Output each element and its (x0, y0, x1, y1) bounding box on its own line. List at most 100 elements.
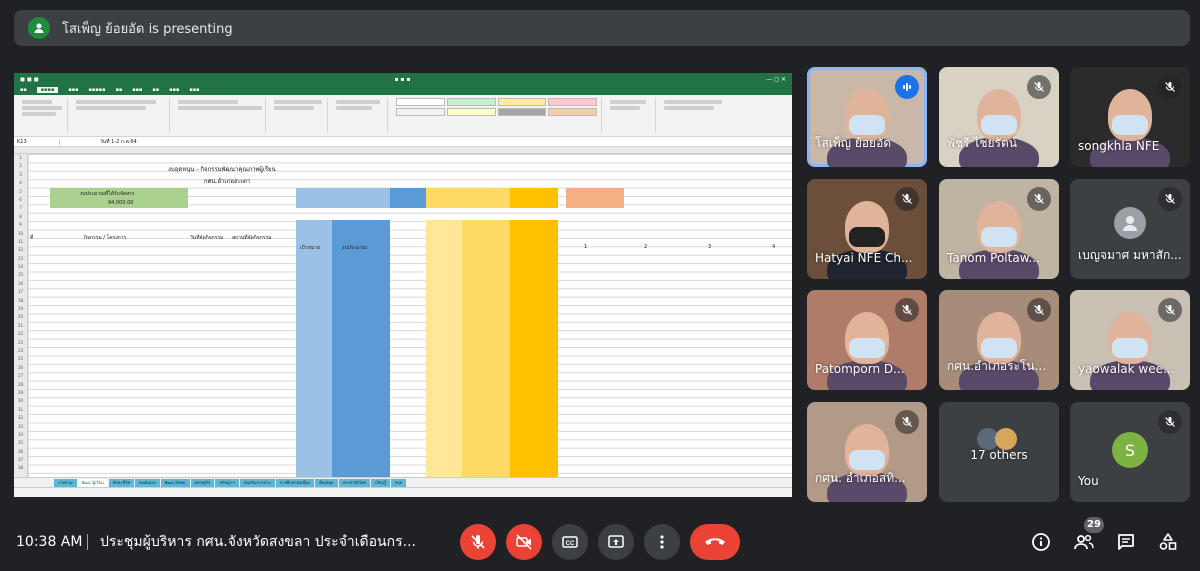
sheet-title: งบอุดหนุน - กิจกรรมพัฒนาคุณภาพผู้เรียน (168, 166, 276, 173)
user-initial-avatar: S (1112, 432, 1148, 468)
present-screen-icon (608, 535, 624, 548)
others-avatars (977, 428, 1023, 450)
sheet-tab[interactable]: ประชาธิปไตย (338, 478, 371, 487)
chat-icon (1118, 534, 1134, 550)
shared-screen: ◼ ◼ ◼ ▪ ▪ ▪ — ◻ ✕ ▪▪ ▪▪▪▪ ▪▪▪ ▪▪▪▪▪ ▪▪ ▪▪▪ ▪▪ ▪▪▪… (14, 73, 792, 497)
col-number-2: 2 (644, 244, 648, 250)
sheet-tab[interactable]: ส่งเสริมการอ่าน (239, 478, 275, 487)
hang-up-icon (705, 538, 725, 545)
captions-button[interactable]: CC (552, 524, 588, 560)
participant-tile[interactable]: กศน. อำเภอสทิ... (807, 402, 927, 502)
yellow-target-column (426, 220, 462, 478)
sheet-tab[interactable]: คนตันเอง (135, 478, 160, 487)
row-number: 37 (17, 457, 24, 463)
row-number: 2 (19, 163, 22, 169)
sheet-tab[interactable]: ทักษะชีวิต (108, 478, 135, 487)
participant-name: yaowalak wee... (1078, 362, 1175, 376)
participant-tile[interactable]: yaowalak wee... (1070, 290, 1190, 390)
participant-name: กศน. อำเภอสทิ... (815, 471, 906, 485)
formula-bar[interactable]: K13 วันที่ 1-2 ก.ค.64 (14, 137, 792, 147)
more-vert-icon (660, 535, 664, 549)
face-mask (981, 227, 1017, 247)
participant-tile[interactable]: พัชรี ไชยรัตน์ (939, 67, 1059, 167)
row-number: 4 (19, 180, 22, 186)
col-number-1: 1 (584, 244, 588, 250)
header-location: สถานที่จัดกิจกรรม (232, 235, 272, 241)
row-number: 3 (19, 171, 22, 177)
participant-name: Tanom Poltaw... (947, 251, 1040, 265)
sheet-tab[interactable]: ภาพรวม (54, 478, 77, 487)
participant-name: Patomporn D... (815, 362, 905, 376)
blue-summary-block (296, 188, 390, 208)
row-number: 11 (17, 238, 24, 244)
blue-summary-block-2 (390, 188, 426, 208)
speaking-indicator-icon (895, 75, 919, 99)
name-box[interactable]: K13 (14, 138, 60, 145)
sheet-tab[interactable]: สรุป (391, 478, 407, 487)
row-number: 14 (17, 264, 24, 270)
target-column (296, 220, 332, 478)
chat-button[interactable] (1113, 529, 1139, 555)
face-mask (981, 115, 1017, 135)
participant-tile[interactable]: Patomporn D... (807, 290, 927, 390)
participant-name: You (1078, 474, 1099, 488)
participant-tile[interactable]: โสเพ็ญ ย้อยอัด (807, 67, 927, 167)
participant-name: กศน.อำเภอระโน... (947, 359, 1047, 373)
mic-off-icon (471, 535, 485, 549)
participant-tile[interactable]: S You (1070, 402, 1190, 502)
sheet-tab[interactable]: พัฒนาผู้เรียน (77, 478, 108, 487)
row-number: 6 (19, 196, 22, 202)
camera-off-button[interactable] (506, 524, 542, 560)
row-number: 32 (17, 415, 24, 421)
meeting-details-button[interactable] (1028, 529, 1054, 555)
participant-count-badge: 29 (1084, 517, 1104, 533)
sheet-tab[interactable]: การศึกษาต่อเนื่อง (275, 478, 314, 487)
sheet-tab[interactable]: เรียนรู้ (371, 478, 390, 487)
row-number: 19 (17, 306, 24, 312)
spreadsheet-grid[interactable]: 1 2 3 4 5 6 7 8 9 10 11 12 13 14 15 16 17 18 19 20 21 22 23 24 2… (14, 154, 792, 478)
row-number: 10 (17, 230, 24, 236)
info-icon (1032, 533, 1050, 551)
leave-call-button[interactable] (690, 524, 740, 560)
participant-tile[interactable]: 17 others (939, 402, 1059, 502)
row-number: 17 (17, 289, 24, 295)
mic-muted-icon (1027, 187, 1051, 211)
row-number: 1 (19, 155, 22, 160)
participant-name: songkhla NFE (1078, 139, 1160, 153)
row-number: 20 (17, 314, 24, 320)
row-number: 23 (17, 339, 24, 345)
row-number: 7 (19, 205, 22, 211)
avatar-icon (1114, 207, 1146, 239)
more-options-button[interactable] (644, 524, 680, 560)
row-number: 33 (17, 423, 24, 429)
participant-tile[interactable]: กศน.อำเภอระโน... (939, 290, 1059, 390)
face-mask (981, 338, 1017, 358)
present-now-button[interactable] (598, 524, 634, 560)
sheet-tabs[interactable]: ภาพรวม พัฒนาผู้เรียน ทักษะชีวิต คนตันเอง พัฒ… (14, 477, 792, 487)
presenting-banner: โสเพ็ญ ย้อยอัด is presenting (14, 10, 1190, 46)
sheet-tab[interactable]: เศรษฐกิจ (190, 478, 215, 487)
mic-off-button[interactable] (460, 524, 496, 560)
sheet-tab[interactable]: ปรัชญาฯ (215, 478, 239, 487)
header-budget: งบประมาณ (342, 245, 367, 251)
header-target: เป้าหมาย (300, 245, 321, 251)
row-number: 9 (19, 222, 22, 228)
participant-tile[interactable]: Tanom Poltaw... (939, 179, 1059, 279)
sheet-cells: งบอุดหนุน - กิจกรรมพัฒนาคุณภาพผู้เรียน ก… (28, 154, 792, 478)
meeting-time: 10:38 AM (16, 534, 83, 550)
presenting-text: โสเพ็ญ ย้อยอัด is presenting (62, 21, 233, 37)
row-number: 16 (17, 280, 24, 286)
participant-tile[interactable]: Hatyai NFE Ch... (807, 179, 927, 279)
excel-ribbon-tabs: ▪▪ ▪▪▪▪ ▪▪▪ ▪▪▪▪▪ ▪▪ ▪▪▪ ▪▪ ▪▪▪ ▪▪▪ (14, 85, 792, 95)
sheet-tab[interactable]: ห้องสมุด (314, 478, 338, 487)
excel-titlebar: ◼ ◼ ◼ ▪ ▪ ▪ — ◻ ✕ (14, 73, 792, 85)
face-mask (849, 115, 885, 135)
participant-tile[interactable]: songkhla NFE (1070, 67, 1190, 167)
participant-tile[interactable]: เบญจมาศ มหาสัก... (1070, 179, 1190, 279)
sheet-tab[interactable]: พัฒนาสังคม (160, 478, 190, 487)
activities-button[interactable] (1155, 529, 1181, 555)
formula-text: วันที่ 1-2 ก.ค.64 (100, 138, 137, 145)
participant-name: พัชรี ไชยรัตน์ (947, 136, 1017, 150)
mic-muted-icon (1158, 187, 1182, 211)
separator (87, 534, 88, 550)
